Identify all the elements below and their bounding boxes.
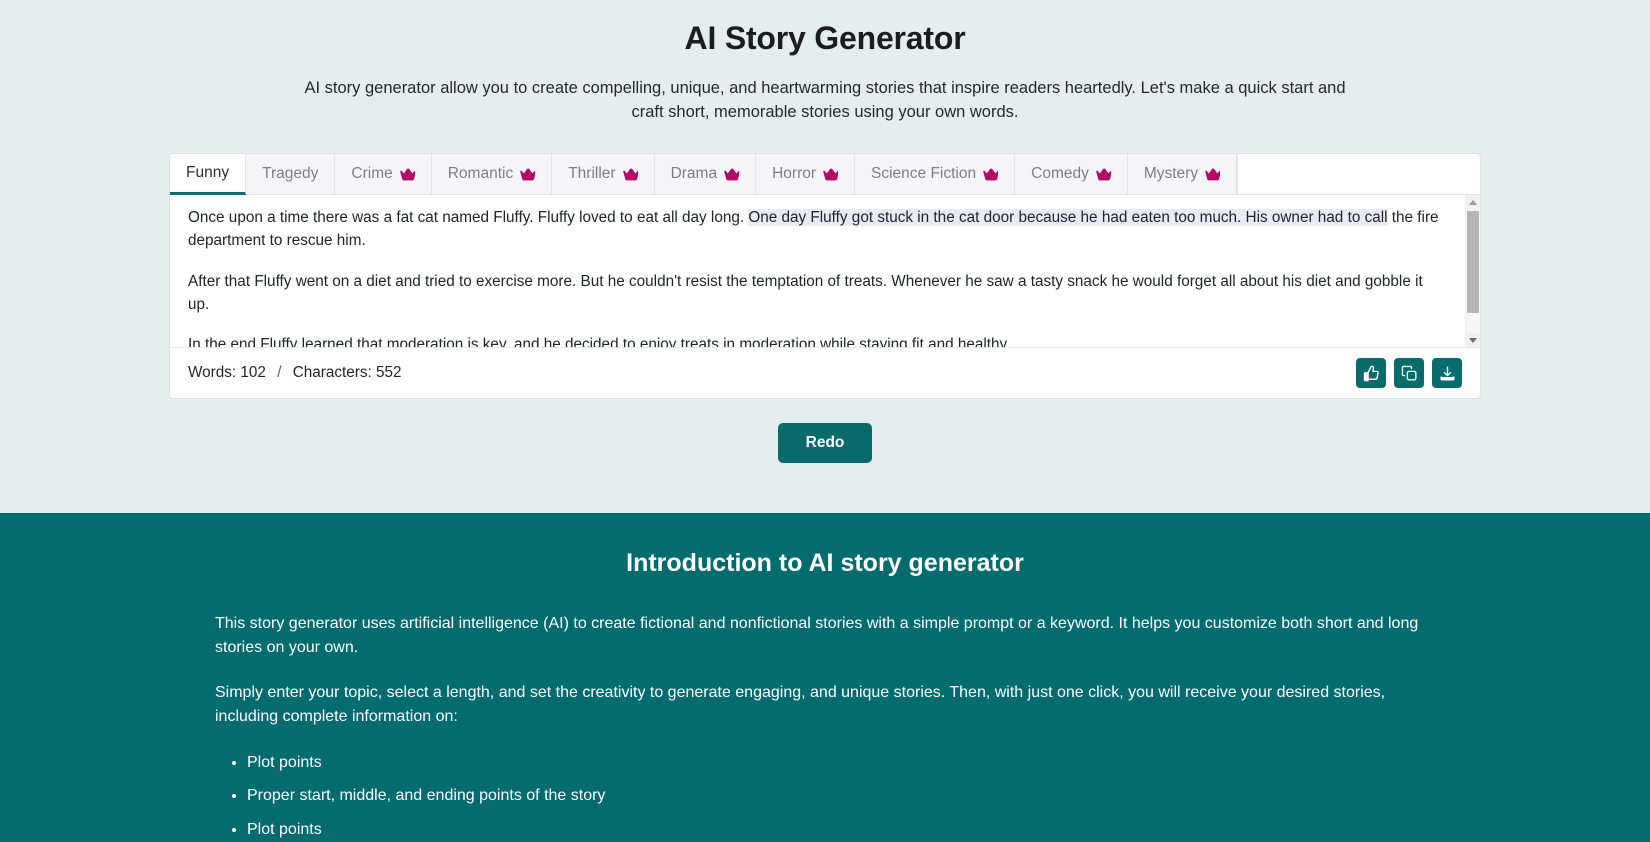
download-icon <box>1439 365 1456 382</box>
story-paragraph-3: In the end Fluffy learned that moderatio… <box>188 336 1011 348</box>
count-separator: / <box>277 364 282 382</box>
premium-crown-icon <box>520 168 536 181</box>
page-title: AI Story Generator <box>684 20 966 56</box>
genre-tab-label: Thriller <box>568 165 616 183</box>
genre-tab-romantic[interactable]: Romantic <box>431 154 553 195</box>
premium-crown-icon <box>724 168 740 181</box>
premium-crown-icon <box>622 168 638 181</box>
story-p1-before: Once upon a time there was a fat cat nam… <box>188 209 749 227</box>
scrollbar-track[interactable] <box>1466 209 1480 334</box>
genre-tab-label: Funny <box>186 164 230 182</box>
tabbar-filler <box>1237 154 1480 195</box>
copy-button[interactable] <box>1394 358 1424 389</box>
download-button[interactable] <box>1432 358 1462 389</box>
premium-crown-icon <box>983 168 999 181</box>
premium-crown-icon <box>1205 168 1221 181</box>
premium-crown-icon <box>399 168 415 181</box>
premium-crown-icon <box>823 168 839 181</box>
genre-tab-comedy[interactable]: Comedy <box>1015 154 1128 195</box>
genre-tab-science-fiction[interactable]: Science Fiction <box>855 154 1016 195</box>
introduction-paragraph-2: Simply enter your topic, select a length… <box>215 684 1386 726</box>
introduction-bullet-list: Plot points Proper start, middle, and end… <box>215 751 1435 842</box>
characters-label: Characters: <box>292 364 372 382</box>
generator-card: Funny Tragedy Crime Romantic Thriller Drama Ho… <box>169 153 1481 400</box>
hero-bottom-spacer <box>0 463 1650 513</box>
genre-tab-tragedy[interactable]: Tragedy <box>246 154 336 195</box>
generator-wrapper: Funny Tragedy Crime Romantic Thriller Drama Ho… <box>169 153 1481 464</box>
word-character-count: Words: 102 / Characters: 552 <box>188 364 402 382</box>
redo-row: Redo <box>169 399 1481 464</box>
introduction-bullet-item: Plot points <box>247 818 1435 842</box>
genre-tab-label: Horror <box>772 165 817 183</box>
page-subtitle: AI story generator allow you to create c… <box>304 78 1346 122</box>
introduction-title: Introduction to AI story generator <box>626 549 1024 578</box>
words-label: Words: <box>188 364 237 382</box>
genre-tab-funny[interactable]: Funny <box>170 154 247 196</box>
thumbs-up-icon <box>1363 365 1380 382</box>
introduction-bullet-item: Proper start, middle, and ending points … <box>247 784 1435 808</box>
story-text[interactable]: Once upon a time there was a fat cat nam… <box>170 195 1465 347</box>
words-value: 102 <box>240 364 266 382</box>
scrollbar-thumb[interactable] <box>1467 211 1479 314</box>
premium-crown-icon <box>1096 168 1111 181</box>
characters-value: 552 <box>376 364 402 382</box>
redo-button[interactable]: Redo <box>777 423 873 464</box>
genre-tab-mystery[interactable]: Mystery <box>1127 154 1238 195</box>
introduction-paragraph-1: This story generator uses artificial int… <box>215 615 1419 656</box>
genre-tab-label: Science Fiction <box>871 165 977 183</box>
introduction-section: Introduction to AI story generator This … <box>0 513 1650 842</box>
story-action-buttons <box>1356 358 1462 389</box>
genre-tab-label: Crime <box>351 165 393 183</box>
introduction-bullet-item: Plot points <box>247 751 1435 775</box>
introduction-inner: Introduction to AI story generator This … <box>195 549 1455 842</box>
story-paragraph-2: After that Fluffy went on a diet and tri… <box>188 272 1423 313</box>
genre-tab-label: Romantic <box>447 165 514 183</box>
introduction-body: This story generator uses artificial int… <box>195 612 1455 842</box>
genre-tab-label: Comedy <box>1031 165 1089 183</box>
genre-tab-label: Mystery <box>1143 165 1199 183</box>
story-p1-selected: One day Fluffy got stuck in the cat door… <box>748 209 1388 227</box>
hero-section: AI Story Generator AI story generator al… <box>0 0 1650 514</box>
genre-tab-horror[interactable]: Horror <box>756 154 856 195</box>
genre-tab-thriller[interactable]: Thriller <box>552 154 655 195</box>
genre-tab-crime[interactable]: Crime <box>335 154 432 195</box>
story-output-area: Once upon a time there was a fat cat nam… <box>170 195 1480 348</box>
like-button[interactable] <box>1356 358 1386 389</box>
story-paragraph-1: Once upon a time there was a fat cat nam… <box>188 206 1447 253</box>
scroll-up-arrow-icon[interactable] <box>1466 195 1480 210</box>
generator-footer: Words: 102 / Characters: 552 <box>170 347 1480 399</box>
scroll-down-arrow-icon[interactable] <box>1466 333 1480 348</box>
genre-tab-label: Tragedy <box>262 165 319 183</box>
copy-icon <box>1401 365 1418 382</box>
story-scrollbar[interactable] <box>1465 195 1480 348</box>
genre-tabbar: Funny Tragedy Crime Romantic Thriller Drama Ho… <box>170 154 1480 196</box>
genre-tab-drama[interactable]: Drama <box>654 154 757 195</box>
genre-tab-label: Drama <box>670 165 718 183</box>
